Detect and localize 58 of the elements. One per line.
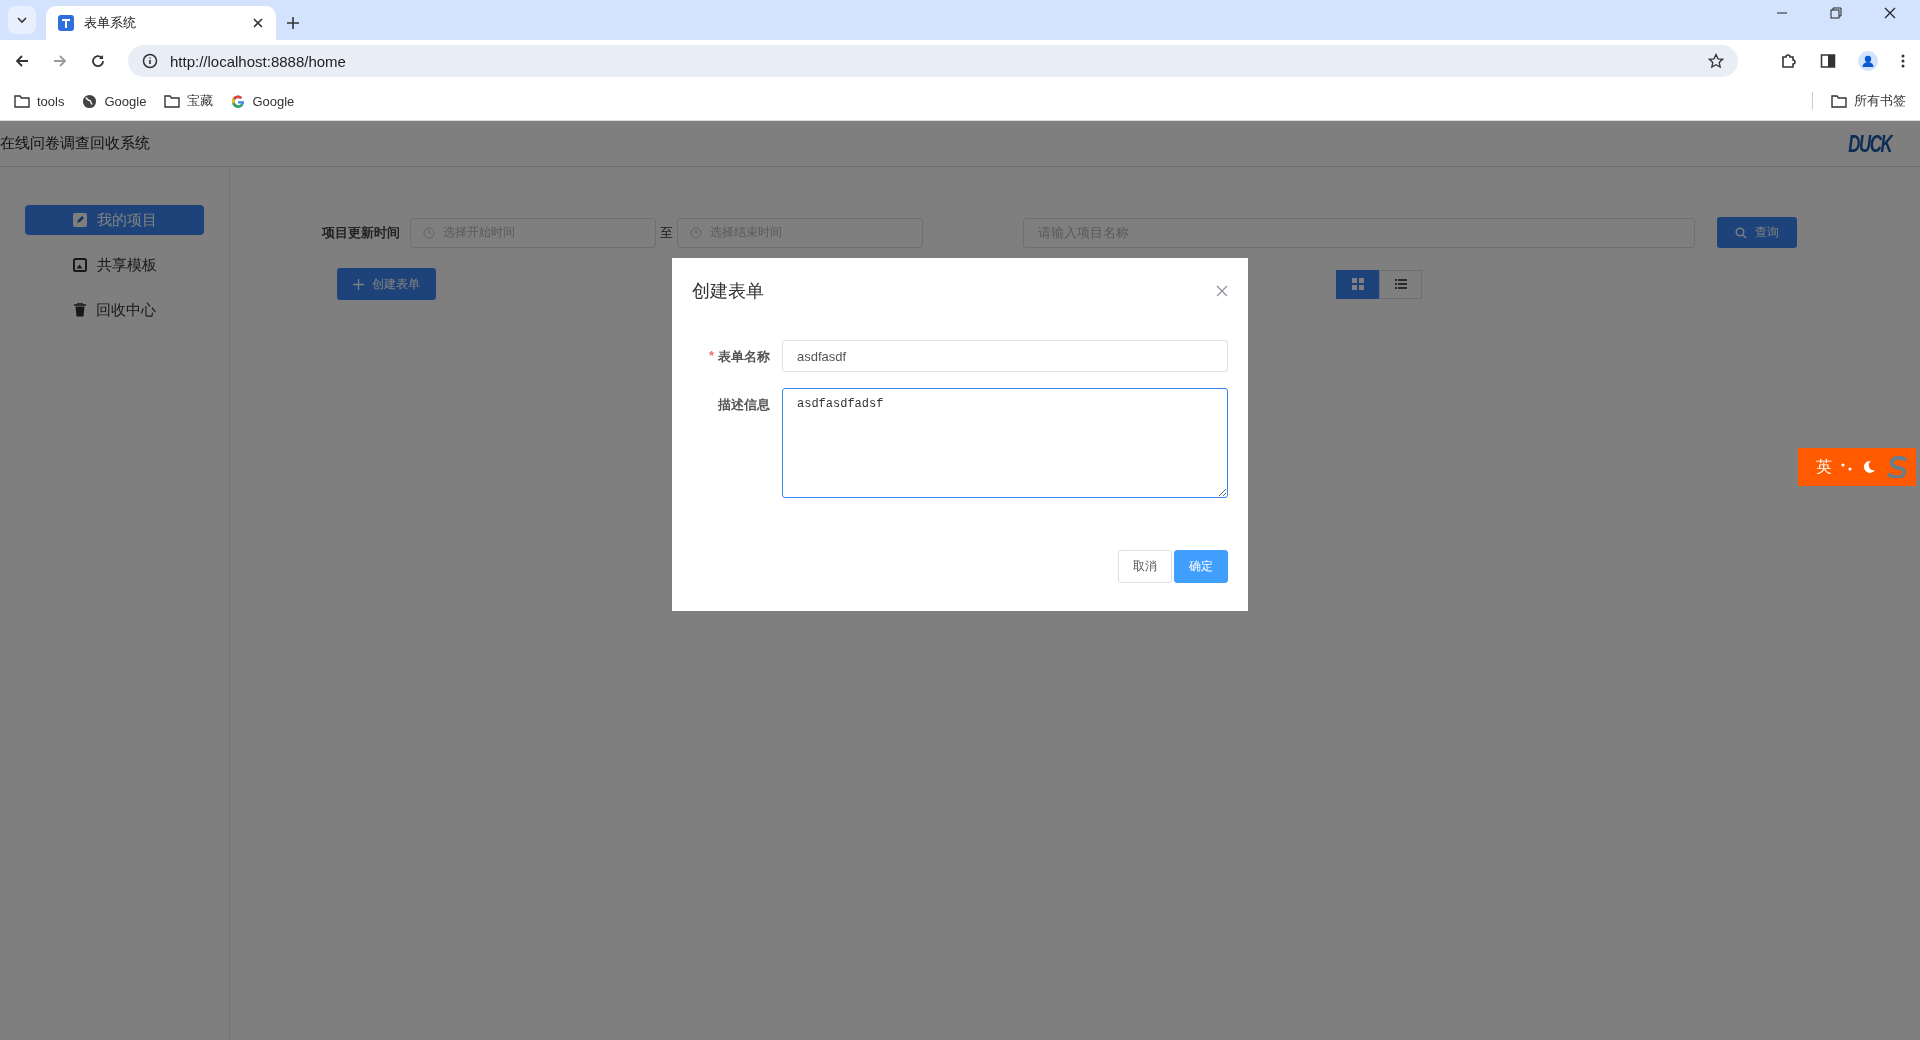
restore-icon[interactable] — [1830, 7, 1842, 19]
close-icon[interactable] — [252, 17, 264, 29]
filter-label: 项目更新时间 — [322, 223, 400, 242]
dialog-title: 创建表单 — [692, 280, 764, 303]
app-favicon-icon — [58, 15, 74, 31]
info-icon — [142, 53, 158, 69]
chevron-down-icon — [16, 14, 28, 26]
s-logo-icon — [1884, 456, 1910, 478]
side-panel-icon[interactable] — [1820, 53, 1836, 69]
trash-icon — [73, 303, 86, 317]
new-tab-icon[interactable] — [286, 16, 300, 30]
address-bar[interactable]: http://localhost:8888/home — [128, 45, 1738, 77]
browser-tab[interactable]: 表单系统 — [46, 6, 276, 40]
tab-list-button[interactable] — [8, 6, 36, 34]
url-text: http://localhost:8888/home — [170, 52, 346, 70]
folder-icon — [1831, 94, 1847, 108]
cancel-button[interactable]: 取消 — [1118, 550, 1172, 583]
bookmark[interactable]: tools — [14, 93, 65, 109]
punctuation-icon — [1840, 462, 1854, 472]
sidebar-item[interactable]: 共享模板 — [25, 250, 204, 280]
clock-icon — [690, 226, 702, 239]
all-bookmarks-button[interactable]: 所有书签 — [1831, 92, 1906, 110]
app-title: 在线问卷调查回收系统 — [0, 134, 150, 153]
sidebar-item[interactable]: 回收中心 — [25, 295, 204, 325]
required-mark: * — [708, 348, 714, 365]
grid-view-button[interactable] — [1336, 269, 1379, 299]
folder-icon — [14, 94, 30, 108]
range-separator: 至 — [660, 223, 673, 242]
field-label: 描述信息 — [718, 396, 770, 414]
list-icon — [1394, 278, 1407, 290]
search-icon — [1735, 226, 1747, 239]
edit-icon — [72, 213, 87, 227]
more-icon[interactable] — [1900, 53, 1906, 69]
field-label: 表单名称 — [718, 348, 770, 366]
bookmark[interactable]: Google — [82, 93, 147, 109]
list-view-button[interactable] — [1379, 269, 1422, 299]
ime-mode: 英 — [1816, 456, 1832, 477]
grid-icon — [1351, 278, 1364, 290]
globe-icon — [82, 93, 98, 109]
plus-icon — [353, 278, 364, 290]
moon-icon — [1862, 460, 1876, 474]
puzzle-icon[interactable] — [1780, 52, 1798, 70]
description-field[interactable]: asdfasdfadsf — [782, 388, 1228, 498]
bookmark[interactable]: 宝藏 — [164, 92, 214, 110]
bookmark[interactable]: Google — [231, 93, 295, 109]
reload-icon[interactable] — [90, 53, 106, 69]
google-icon — [231, 94, 246, 108]
star-icon[interactable] — [1708, 53, 1724, 69]
forward-icon[interactable] — [52, 53, 68, 69]
picture-frame-icon — [72, 258, 87, 272]
clock-icon — [423, 226, 435, 239]
logo: DUCK — [1847, 129, 1891, 158]
back-icon[interactable] — [14, 53, 30, 69]
close-icon[interactable] — [1884, 7, 1896, 19]
profile-icon[interactable] — [1858, 51, 1878, 71]
tab-title: 表单系统 — [84, 14, 137, 32]
form-name-field[interactable]: asdfasdf — [782, 340, 1228, 372]
folder-icon — [164, 94, 181, 108]
